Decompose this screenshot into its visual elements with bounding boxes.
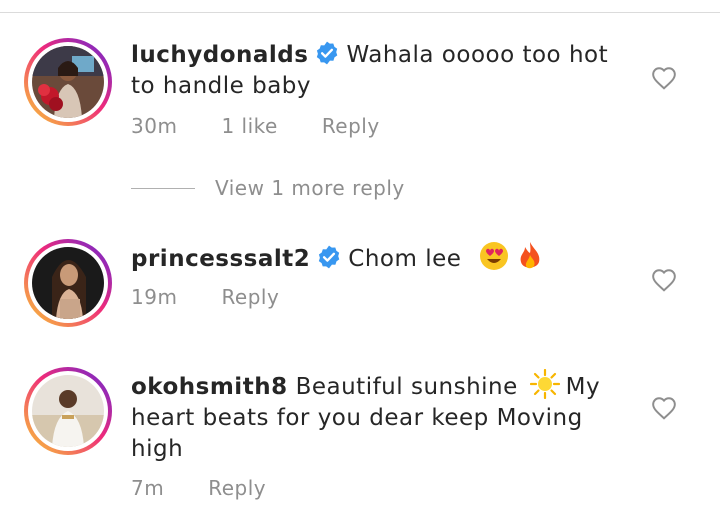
verified-badge-icon — [317, 41, 338, 65]
username[interactable]: princesssalt2 — [131, 246, 310, 272]
comment-meta: 19m Reply — [131, 285, 323, 309]
comment-body: Chom lee — [348, 246, 462, 272]
view-replies-label[interactable]: View 1 more reply — [215, 176, 405, 200]
comment-text: okohsmith8 Beautiful sunshine My heart be… — [131, 369, 611, 465]
avatar[interactable] — [24, 239, 112, 327]
sun-emoji-icon — [529, 369, 560, 399]
timestamp: 30m — [131, 114, 178, 138]
verified-badge-icon — [319, 245, 340, 269]
like-heart-icon[interactable] — [651, 396, 677, 420]
reply-thread-line — [131, 188, 195, 189]
reply-button[interactable]: Reply — [322, 114, 380, 138]
like-heart-icon[interactable] — [651, 66, 677, 90]
avatar[interactable] — [24, 367, 112, 455]
top-divider — [0, 12, 720, 13]
timestamp: 19m — [131, 285, 178, 309]
heart-eyes-emoji-icon — [480, 242, 509, 270]
username[interactable]: okohsmith8 — [131, 374, 288, 400]
comment-meta: 7m Reply — [131, 476, 310, 500]
comment-body: Beautiful sunshine — [295, 374, 518, 400]
comment-meta: 30m 1 like Reply — [131, 114, 424, 138]
like-heart-icon[interactable] — [651, 268, 677, 292]
comment-text: princesssalt2 Chom lee — [131, 241, 631, 275]
fire-emoji-icon — [520, 242, 540, 269]
reply-button[interactable]: Reply — [221, 285, 279, 309]
username[interactable]: luchydonalds — [131, 42, 308, 68]
timestamp: 7m — [131, 476, 165, 500]
avatar[interactable] — [24, 38, 112, 126]
likes-count[interactable]: 1 like — [221, 114, 277, 138]
comment-text: luchydonalds Wahala ooooo too hot to hand… — [131, 40, 631, 102]
reply-button[interactable]: Reply — [208, 476, 266, 500]
